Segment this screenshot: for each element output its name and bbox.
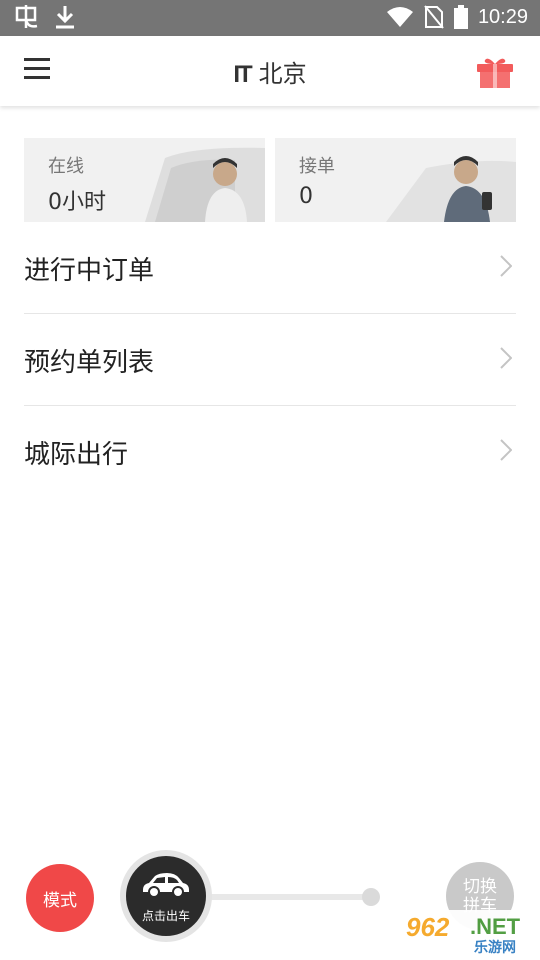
slide-track xyxy=(205,894,370,900)
menu-item-ongoing-orders[interactable]: 进行中订单 xyxy=(24,222,516,314)
page-title: IT 北京 xyxy=(0,54,540,89)
watermark-number: 962 xyxy=(406,912,450,942)
mode-button[interactable]: 模式 xyxy=(26,864,94,932)
online-hours-card: 在线 0小时 xyxy=(24,138,265,222)
chevron-right-icon xyxy=(500,439,512,461)
menu-item-reservations[interactable]: 预约单列表 xyxy=(24,314,516,406)
driver-photo xyxy=(386,156,516,222)
menu-item-label: 进行中订单 xyxy=(24,256,155,286)
status-bar: 10:29 xyxy=(0,0,540,36)
start-driving-inner[interactable]: 点击出车 xyxy=(126,856,206,936)
app-notification-icon xyxy=(15,5,38,28)
chevron-right-icon xyxy=(500,347,512,369)
start-driving-label: 点击出车 xyxy=(141,909,190,923)
orders-value: 0 xyxy=(299,184,313,209)
gift-icon[interactable] xyxy=(476,56,514,88)
chevron-right-icon xyxy=(500,255,512,277)
menu-item-intercity[interactable]: 城际出行 xyxy=(24,406,516,497)
site-watermark: 962 .NET 乐游网 xyxy=(400,910,536,956)
start-driving-button[interactable]: 点击出车 xyxy=(120,850,212,942)
online-value: 0小时 xyxy=(48,190,106,215)
orders-label: 接单 xyxy=(299,156,335,177)
orders-card: 接单 0 xyxy=(275,138,516,222)
switch-label-line1: 切换 xyxy=(463,877,497,897)
no-sim-icon xyxy=(424,5,444,29)
brand-logo: IT xyxy=(233,61,252,88)
slide-end-knob xyxy=(362,888,380,906)
menu-list: 进行中订单 预约单列表 城际出行 xyxy=(24,222,516,497)
clock: 10:29 xyxy=(477,5,528,28)
car-icon xyxy=(143,873,189,898)
wifi-icon xyxy=(386,7,413,27)
online-label: 在线 xyxy=(48,156,84,177)
stats-cards: 在线 0小时 接单 0 xyxy=(24,138,516,222)
driver-photo xyxy=(145,147,265,222)
menu-item-label: 城际出行 xyxy=(24,440,129,470)
menu-item-label: 预约单列表 xyxy=(24,348,155,378)
city-name[interactable]: 北京 xyxy=(259,60,307,88)
download-icon xyxy=(56,6,74,29)
app-bar: IT 北京 xyxy=(0,36,540,106)
battery-icon xyxy=(453,5,468,29)
watermark-text: 乐游网 xyxy=(474,940,516,956)
